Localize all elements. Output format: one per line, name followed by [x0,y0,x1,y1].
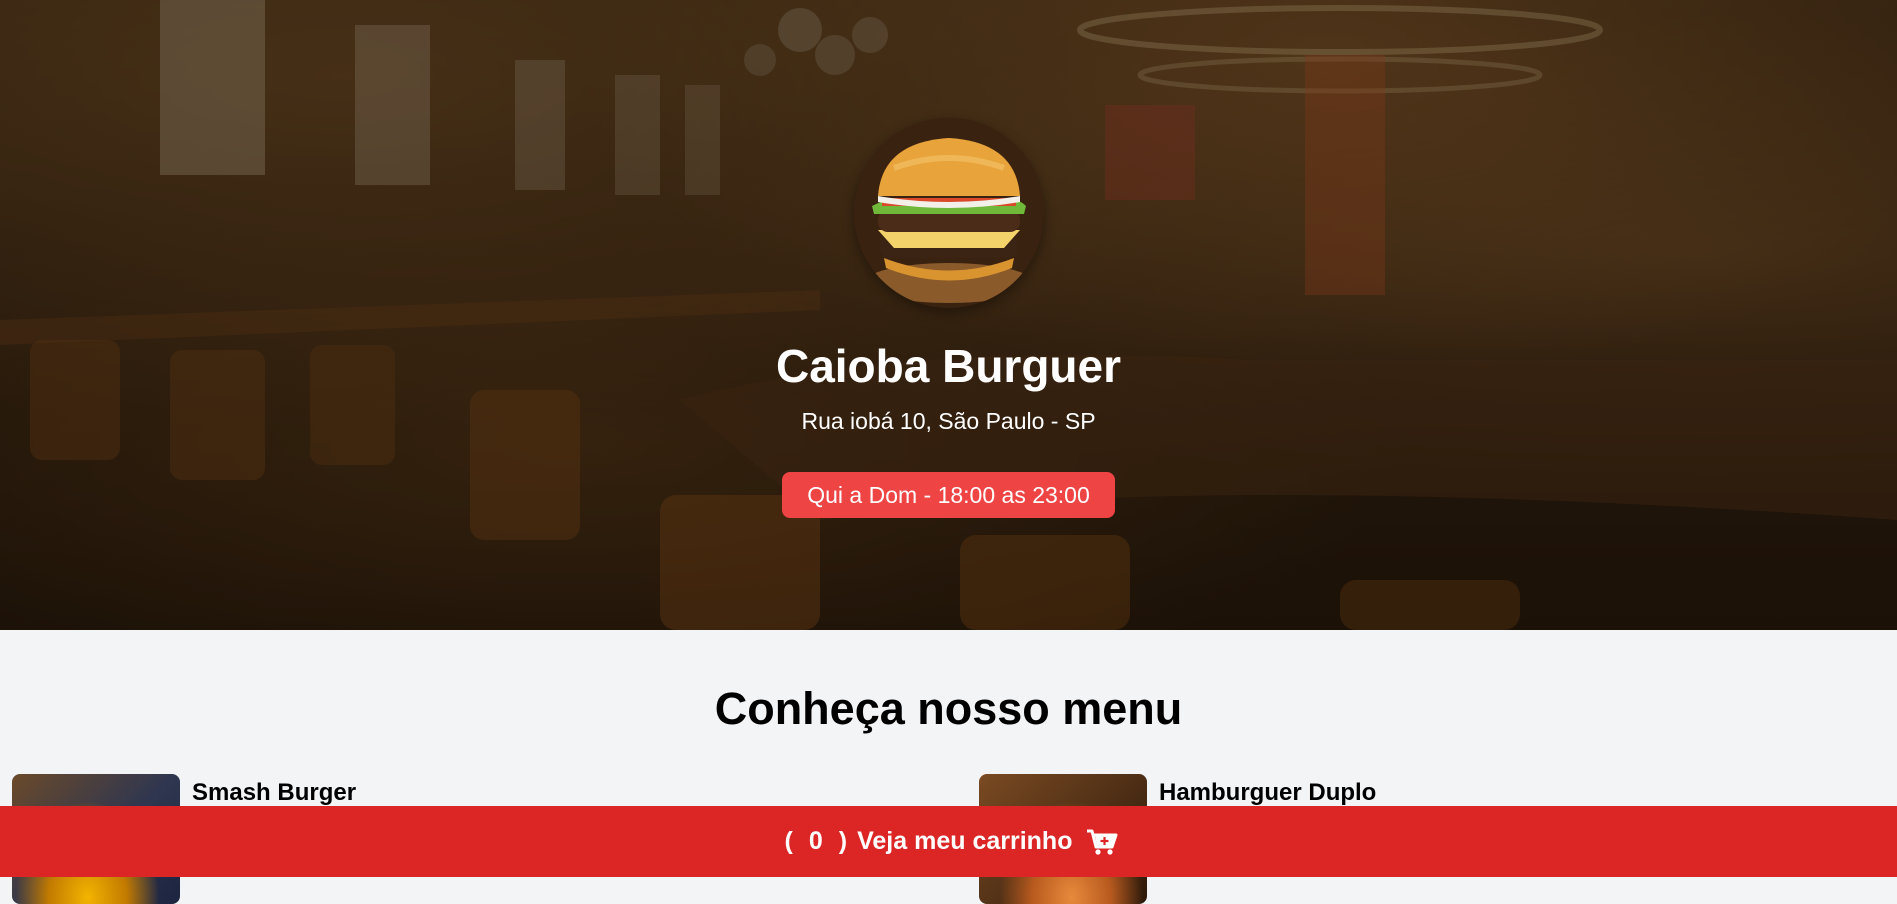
hero-content: Caioba Burguer Rua iobá 10, São Paulo - … [0,118,1897,518]
menu-item-name: Smash Burger [192,779,357,806]
cart-count: 0 [808,827,823,855]
restaurant-address: Rua iobá 10, São Paulo - SP [801,408,1096,434]
cart-count-open-paren: ( [784,827,793,855]
restaurant-logo [853,118,1044,308]
burger-logo-icon [853,118,1044,308]
cart-label: Veja meu carrinho [857,827,1073,855]
view-cart-button[interactable]: ( 0 ) Veja meu carrinho [0,806,1897,877]
restaurant-name: Caioba Burguer [775,340,1122,392]
menu-item-name: Hamburguer Duplo [1159,779,1377,806]
menu-title: Conheça nosso menu [714,683,1183,734]
cart-count-close-paren: ) [838,827,848,855]
cart-plus-icon [1086,828,1118,856]
opening-hours-badge: Qui a Dom - 18:00 as 23:00 [782,472,1115,518]
hero-banner: Caioba Burguer Rua iobá 10, São Paulo - … [0,0,1897,630]
